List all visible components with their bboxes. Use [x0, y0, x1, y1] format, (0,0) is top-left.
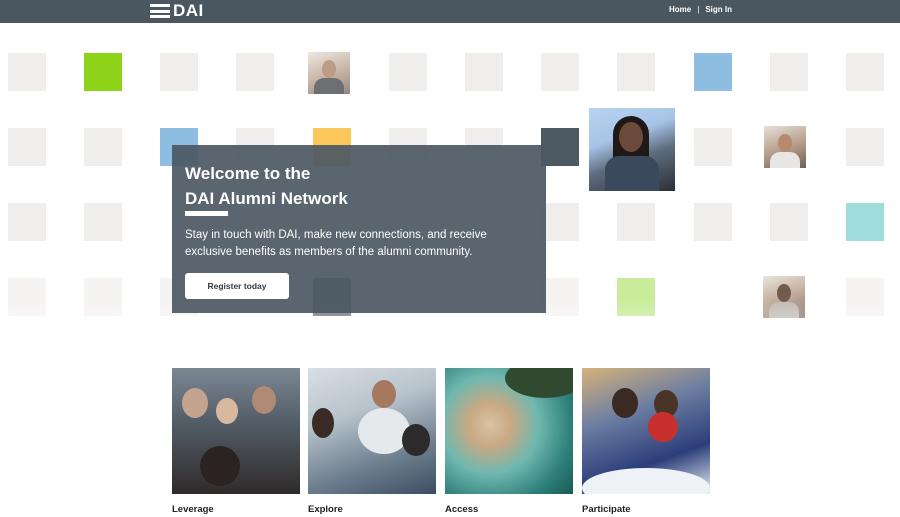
feature-image-leverage [172, 368, 300, 494]
featured-alumni-photo [589, 108, 675, 191]
mosaic-tile [694, 203, 732, 241]
alumni-photo-tile [764, 126, 806, 168]
feature-label-access: Access [445, 504, 479, 515]
feature-image-access [445, 368, 573, 494]
feature-image-explore [308, 368, 436, 494]
mosaic-tile [8, 53, 46, 91]
mosaic-tile [617, 53, 655, 91]
feature-card-participate[interactable]: Participate [582, 368, 710, 515]
mosaic-tile [541, 128, 579, 166]
mosaic-tile [8, 203, 46, 241]
feature-card-leverage[interactable]: Leverage [172, 368, 300, 515]
hero-title-line-2: DAI Alumni Network [185, 189, 348, 208]
mosaic-tile [160, 53, 198, 91]
hero-title: Welcome to the DAI Alumni Network [185, 161, 525, 211]
mosaic-tile [617, 203, 655, 241]
feature-label-explore: Explore [308, 504, 343, 515]
mosaic-tile [465, 53, 503, 91]
mosaic-tile [541, 53, 579, 91]
top-navigation-bar: DAI Home | Sign In [0, 0, 900, 23]
feature-label-leverage: Leverage [172, 504, 214, 515]
mosaic-tile [84, 128, 122, 166]
mosaic-tile [846, 203, 884, 241]
dai-logo-mark-icon [150, 4, 170, 18]
mosaic-tile [846, 53, 884, 91]
nav-sign-in-link[interactable]: Sign In [705, 5, 732, 14]
nav-separator: | [697, 5, 700, 14]
feature-label-participate: Participate [582, 504, 631, 515]
mosaic-tile [236, 53, 274, 91]
mosaic-tile [694, 53, 732, 91]
feature-image-participate [582, 368, 710, 494]
mosaic-tile [389, 53, 427, 91]
feature-card-access[interactable]: Access [445, 368, 573, 515]
dai-logo[interactable]: DAI [150, 2, 204, 20]
hero-title-line-1: Welcome to the [185, 164, 311, 183]
hero-description: Stay in touch with DAI, make new connect… [185, 229, 487, 258]
mosaic-tile [770, 53, 808, 91]
hero-welcome-card: Welcome to the DAI Alumni Network Stay i… [172, 145, 546, 313]
mosaic-tile [8, 128, 46, 166]
hero-title-underline [185, 211, 228, 216]
logo-text: DAI [173, 1, 204, 20]
top-nav-links: Home | Sign In [669, 5, 732, 14]
feature-card-explore[interactable]: Explore [308, 368, 436, 515]
alumni-photo-tile [308, 52, 350, 94]
mosaic-tile [770, 203, 808, 241]
mosaic-tile [84, 53, 122, 91]
mosaic-tile [541, 203, 579, 241]
register-today-button[interactable]: Register today [185, 273, 289, 299]
mosaic-tile [694, 128, 732, 166]
mosaic-tile [846, 128, 884, 166]
nav-home-link[interactable]: Home [669, 5, 691, 14]
mosaic-tile [84, 203, 122, 241]
